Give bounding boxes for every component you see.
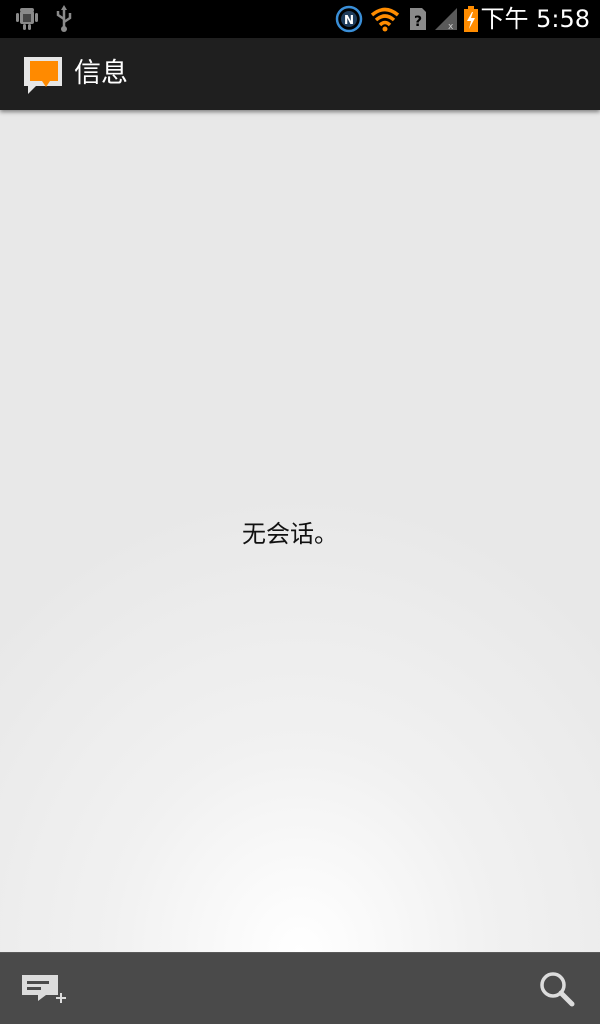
search-icon xyxy=(540,972,575,1007)
svg-text:N: N xyxy=(344,13,354,27)
status-bar: N ? x 下午 5:58 xyxy=(0,0,600,38)
search-button[interactable] xyxy=(524,961,590,1017)
messaging-screen: N ? x 下午 5:58 信息 无会话。 xyxy=(0,0,600,1024)
compose-new-message-icon xyxy=(22,975,66,1003)
compose-new-message-button[interactable] xyxy=(10,961,76,1017)
battery-charging-icon xyxy=(460,4,482,34)
app-title: 信息 xyxy=(74,58,128,89)
status-clock: 下午 5:58 xyxy=(480,5,590,33)
nfc-icon: N xyxy=(335,4,363,34)
conversation-list: 无会话。 xyxy=(0,110,600,952)
bottom-action-bar xyxy=(0,952,600,1024)
messaging-app-icon[interactable] xyxy=(20,54,66,98)
sim-unknown-icon: ? xyxy=(407,4,429,34)
empty-state-message: 无会话。 xyxy=(242,520,338,548)
android-debug-icon xyxy=(14,4,40,34)
signal-icon: x xyxy=(433,4,459,34)
usb-icon xyxy=(52,4,76,34)
svg-text:x: x xyxy=(448,22,454,32)
wifi-icon xyxy=(370,4,400,34)
action-bar: 信息 xyxy=(0,38,600,110)
svg-text:?: ? xyxy=(414,14,422,30)
